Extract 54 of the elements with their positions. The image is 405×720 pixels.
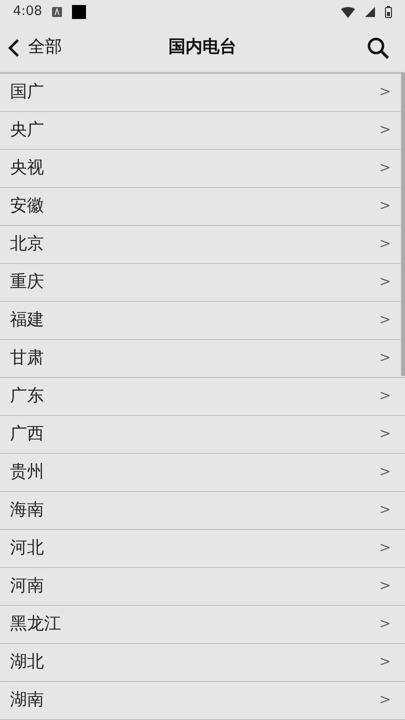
item-arrow: > — [379, 577, 391, 596]
list-item[interactable]: 贵州 > — [0, 454, 405, 492]
item-arrow: > — [379, 311, 391, 330]
item-label: 河南 — [10, 574, 44, 598]
item-label: 湖南 — [10, 688, 44, 712]
list-item[interactable]: 湖北 > — [0, 644, 405, 682]
search-button[interactable] — [365, 35, 391, 61]
item-arrow: > — [379, 235, 391, 254]
list-item[interactable]: 海南 > — [0, 492, 405, 530]
item-label: 广东 — [10, 384, 44, 408]
item-arrow: > — [379, 463, 391, 482]
item-arrow: > — [379, 273, 391, 292]
item-label: 海南 — [10, 498, 44, 522]
item-label: 河北 — [10, 536, 44, 560]
item-arrow: > — [379, 159, 391, 178]
item-arrow: > — [379, 349, 391, 368]
list-item[interactable]: 广东 > — [0, 378, 405, 416]
item-label: 央广 — [10, 118, 44, 142]
item-label: 安徽 — [10, 194, 44, 218]
notification-icon — [52, 7, 62, 17]
signal-icon — [365, 7, 375, 17]
item-label: 甘肃 — [10, 346, 44, 370]
item-arrow: > — [379, 387, 391, 406]
list-item[interactable]: 广西 > — [0, 416, 405, 454]
item-label: 湖北 — [10, 650, 44, 674]
item-arrow: > — [379, 501, 391, 520]
item-arrow: > — [379, 83, 391, 102]
back-button[interactable]: 全部 — [0, 35, 62, 61]
item-arrow: > — [379, 121, 391, 140]
list-item[interactable]: 河南 > — [0, 568, 405, 606]
item-arrow: > — [379, 691, 391, 710]
search-icon — [367, 37, 389, 59]
list-item[interactable]: 河北 > — [0, 530, 405, 568]
item-arrow: > — [379, 653, 391, 672]
item-label: 黑龙江 — [10, 612, 61, 636]
item-label: 央视 — [10, 156, 44, 180]
item-arrow: > — [379, 615, 391, 634]
wifi-icon — [341, 6, 355, 18]
item-label: 北京 — [10, 232, 44, 256]
battery-icon — [385, 6, 392, 18]
back-icon — [8, 38, 20, 58]
item-arrow: > — [379, 539, 391, 558]
list-item[interactable]: 湖南 > — [0, 682, 405, 720]
page-title: 国内电台 — [168, 36, 236, 60]
item-arrow: > — [379, 197, 391, 216]
item-label: 贵州 — [10, 460, 44, 484]
item-label: 福建 — [10, 308, 44, 332]
list-item[interactable]: 黑龙江 > — [0, 606, 405, 644]
item-label: 重庆 — [10, 270, 44, 294]
item-arrow: > — [379, 425, 391, 444]
item-label: 国广 — [10, 80, 44, 104]
square-icon — [72, 5, 86, 19]
status-time: 4:08 — [13, 3, 42, 22]
item-label: 广西 — [10, 422, 44, 446]
